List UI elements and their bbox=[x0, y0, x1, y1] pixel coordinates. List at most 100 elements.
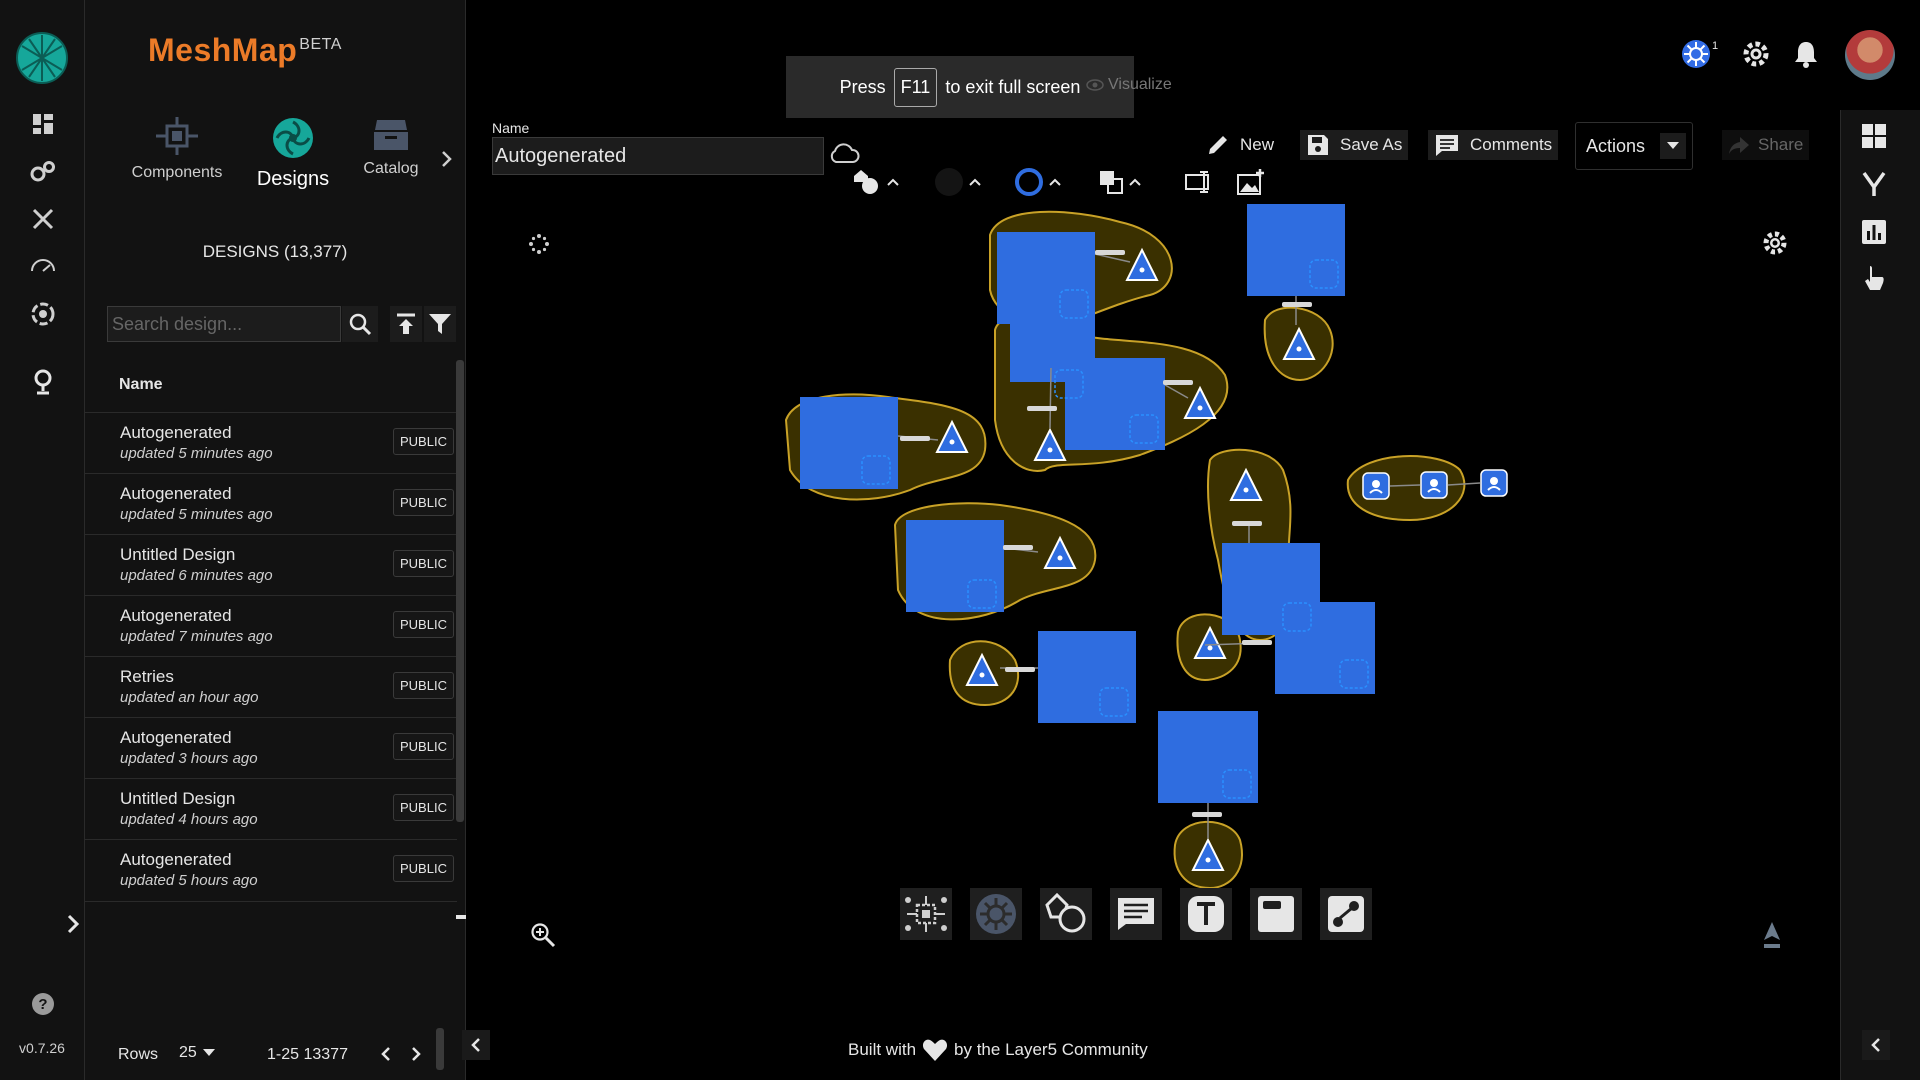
visibility-badge[interactable]: PUBLIC bbox=[393, 672, 454, 699]
expand-rail-chevron-icon[interactable] bbox=[58, 908, 88, 940]
tab-catalog[interactable]: Catalog bbox=[336, 116, 446, 178]
chevron-right-icon bbox=[411, 1046, 421, 1062]
comments-button[interactable]: Comments bbox=[1428, 130, 1559, 160]
dock-kubernetes-button[interactable] bbox=[970, 888, 1022, 940]
beta-tag: BETA bbox=[299, 36, 342, 54]
add-image-button[interactable] bbox=[1236, 164, 1266, 200]
design-updated: updated 4 hours ago bbox=[120, 811, 258, 828]
design-row[interactable]: Untitled Design updated 6 minutes ago PU… bbox=[85, 534, 457, 596]
merge-branch-icon[interactable] bbox=[1858, 168, 1890, 200]
layout-grid-icon[interactable] bbox=[1858, 120, 1890, 152]
design-row[interactable]: Autogenerated updated 7 minutes ago PUBL… bbox=[85, 595, 457, 657]
component-node[interactable] bbox=[1275, 602, 1375, 694]
help-icon[interactable]: ? bbox=[27, 988, 59, 1020]
prev-page-button[interactable] bbox=[372, 1040, 400, 1068]
cloud-save-icon[interactable] bbox=[828, 140, 860, 166]
canvas-settings-gear-icon[interactable] bbox=[1762, 230, 1788, 256]
visualize-toggle[interactable]: Visualize bbox=[1086, 76, 1172, 94]
meshery-pin-icon[interactable] bbox=[1760, 920, 1784, 952]
visibility-badge[interactable]: PUBLIC bbox=[393, 611, 454, 638]
collapse-sidebar-button[interactable] bbox=[462, 1030, 490, 1060]
actions-menu[interactable]: Actions bbox=[1575, 122, 1693, 170]
component-node[interactable] bbox=[1247, 204, 1345, 296]
border-color-picker[interactable] bbox=[1014, 164, 1062, 200]
dock-shapes-button[interactable] bbox=[1040, 888, 1092, 940]
shapes-icon bbox=[852, 168, 882, 196]
dock-components-button[interactable] bbox=[900, 888, 952, 940]
design-updated: updated 7 minutes ago bbox=[120, 628, 273, 645]
design-row[interactable]: Autogenerated updated 5 minutes ago PUBL… bbox=[85, 412, 457, 474]
shapes-icon bbox=[1043, 891, 1089, 937]
tab-components[interactable]: Components bbox=[122, 116, 232, 182]
meshery-logo-icon[interactable] bbox=[14, 30, 70, 86]
search-button[interactable] bbox=[342, 306, 378, 342]
notifications-bell-icon[interactable] bbox=[1790, 38, 1822, 70]
save-floppy-icon bbox=[1306, 133, 1330, 157]
designs-list-scrollbar[interactable] bbox=[456, 360, 464, 822]
toast-key: F11 bbox=[893, 67, 938, 107]
configuration-tools-icon[interactable] bbox=[27, 203, 59, 235]
comment-icon bbox=[1434, 133, 1460, 157]
components-icon bbox=[904, 894, 948, 934]
location-pin-icon[interactable] bbox=[27, 366, 59, 398]
design-row[interactable]: Autogenerated updated 3 hours ago PUBLIC bbox=[85, 717, 457, 779]
design-row[interactable]: Untitled Design updated 4 hours ago PUBL… bbox=[85, 778, 457, 840]
dock-connector-button[interactable] bbox=[1320, 888, 1372, 940]
upload-design-button[interactable] bbox=[390, 306, 422, 342]
component-node[interactable] bbox=[1038, 631, 1136, 723]
lifecycle-gears-icon[interactable] bbox=[27, 156, 59, 188]
visibility-badge[interactable]: PUBLIC bbox=[393, 489, 454, 516]
tabs-scroll-right-chevron-icon[interactable] bbox=[441, 150, 453, 168]
component-node[interactable] bbox=[1065, 358, 1165, 450]
next-page-button[interactable] bbox=[402, 1040, 430, 1068]
dock-sticky-note-button[interactable] bbox=[1250, 888, 1302, 940]
visualize-label: Visualize bbox=[1108, 76, 1172, 93]
metrics-chart-icon[interactable] bbox=[1858, 216, 1890, 248]
performance-gauge-icon[interactable] bbox=[27, 250, 59, 282]
dashboard-icon[interactable] bbox=[27, 108, 59, 140]
touch-pointer-icon[interactable] bbox=[1858, 262, 1890, 294]
save-as-button[interactable]: Save As bbox=[1300, 130, 1409, 160]
design-row[interactable]: Autogenerated updated 5 hours ago PUBLIC bbox=[85, 839, 457, 902]
fill-color-picker[interactable] bbox=[934, 164, 982, 200]
rows-per-page-select[interactable]: 25 bbox=[179, 1044, 215, 1062]
layers-icon bbox=[1098, 169, 1124, 195]
design-name-input[interactable] bbox=[492, 137, 824, 175]
search-design-input[interactable] bbox=[107, 306, 341, 342]
layout-loading-icon[interactable] bbox=[528, 233, 550, 255]
visibility-badge[interactable]: PUBLIC bbox=[393, 550, 454, 577]
component-node[interactable] bbox=[906, 520, 1004, 612]
node-shape-picker[interactable] bbox=[852, 164, 900, 200]
collapse-right-rail-button[interactable] bbox=[1862, 1030, 1890, 1060]
component-node[interactable] bbox=[1158, 711, 1258, 803]
pager-scrollbar[interactable] bbox=[436, 1028, 444, 1070]
settings-gear-icon[interactable] bbox=[1740, 38, 1772, 70]
caret-down-icon[interactable] bbox=[1660, 133, 1686, 159]
kubernetes-context-icon[interactable] bbox=[1680, 38, 1712, 70]
new-label: New bbox=[1240, 135, 1275, 154]
visibility-badge[interactable]: PUBLIC bbox=[393, 428, 454, 455]
component-node[interactable] bbox=[800, 397, 898, 489]
layer-order-picker[interactable] bbox=[1098, 164, 1142, 200]
column-header-name[interactable]: Name bbox=[119, 376, 163, 394]
extensions-icon[interactable] bbox=[27, 298, 59, 330]
new-design-button[interactable]: New bbox=[1200, 130, 1280, 160]
visibility-badge[interactable]: PUBLIC bbox=[393, 855, 454, 882]
share-button[interactable]: Share bbox=[1722, 130, 1810, 160]
design-canvas[interactable] bbox=[466, 200, 1840, 900]
dock-text-button[interactable] bbox=[1180, 888, 1232, 940]
tab-components-label: Components bbox=[131, 164, 223, 181]
filter-button[interactable] bbox=[424, 306, 456, 342]
eye-icon bbox=[1086, 79, 1104, 91]
user-avatar[interactable] bbox=[1845, 30, 1895, 80]
design-name: Retries bbox=[120, 667, 174, 686]
tab-designs[interactable]: Designs bbox=[238, 116, 348, 191]
visibility-badge[interactable]: PUBLIC bbox=[393, 794, 454, 821]
footer-community: by the Layer5 Community bbox=[954, 1040, 1148, 1059]
visibility-badge[interactable]: PUBLIC bbox=[393, 733, 454, 760]
dock-comments-button[interactable] bbox=[1110, 888, 1162, 940]
resize-text-button[interactable] bbox=[1184, 164, 1214, 200]
design-row[interactable]: Retries updated an hour ago PUBLIC bbox=[85, 656, 457, 718]
design-row[interactable]: Autogenerated updated 5 minutes ago PUBL… bbox=[85, 473, 457, 535]
zoom-in-icon[interactable] bbox=[530, 922, 556, 948]
